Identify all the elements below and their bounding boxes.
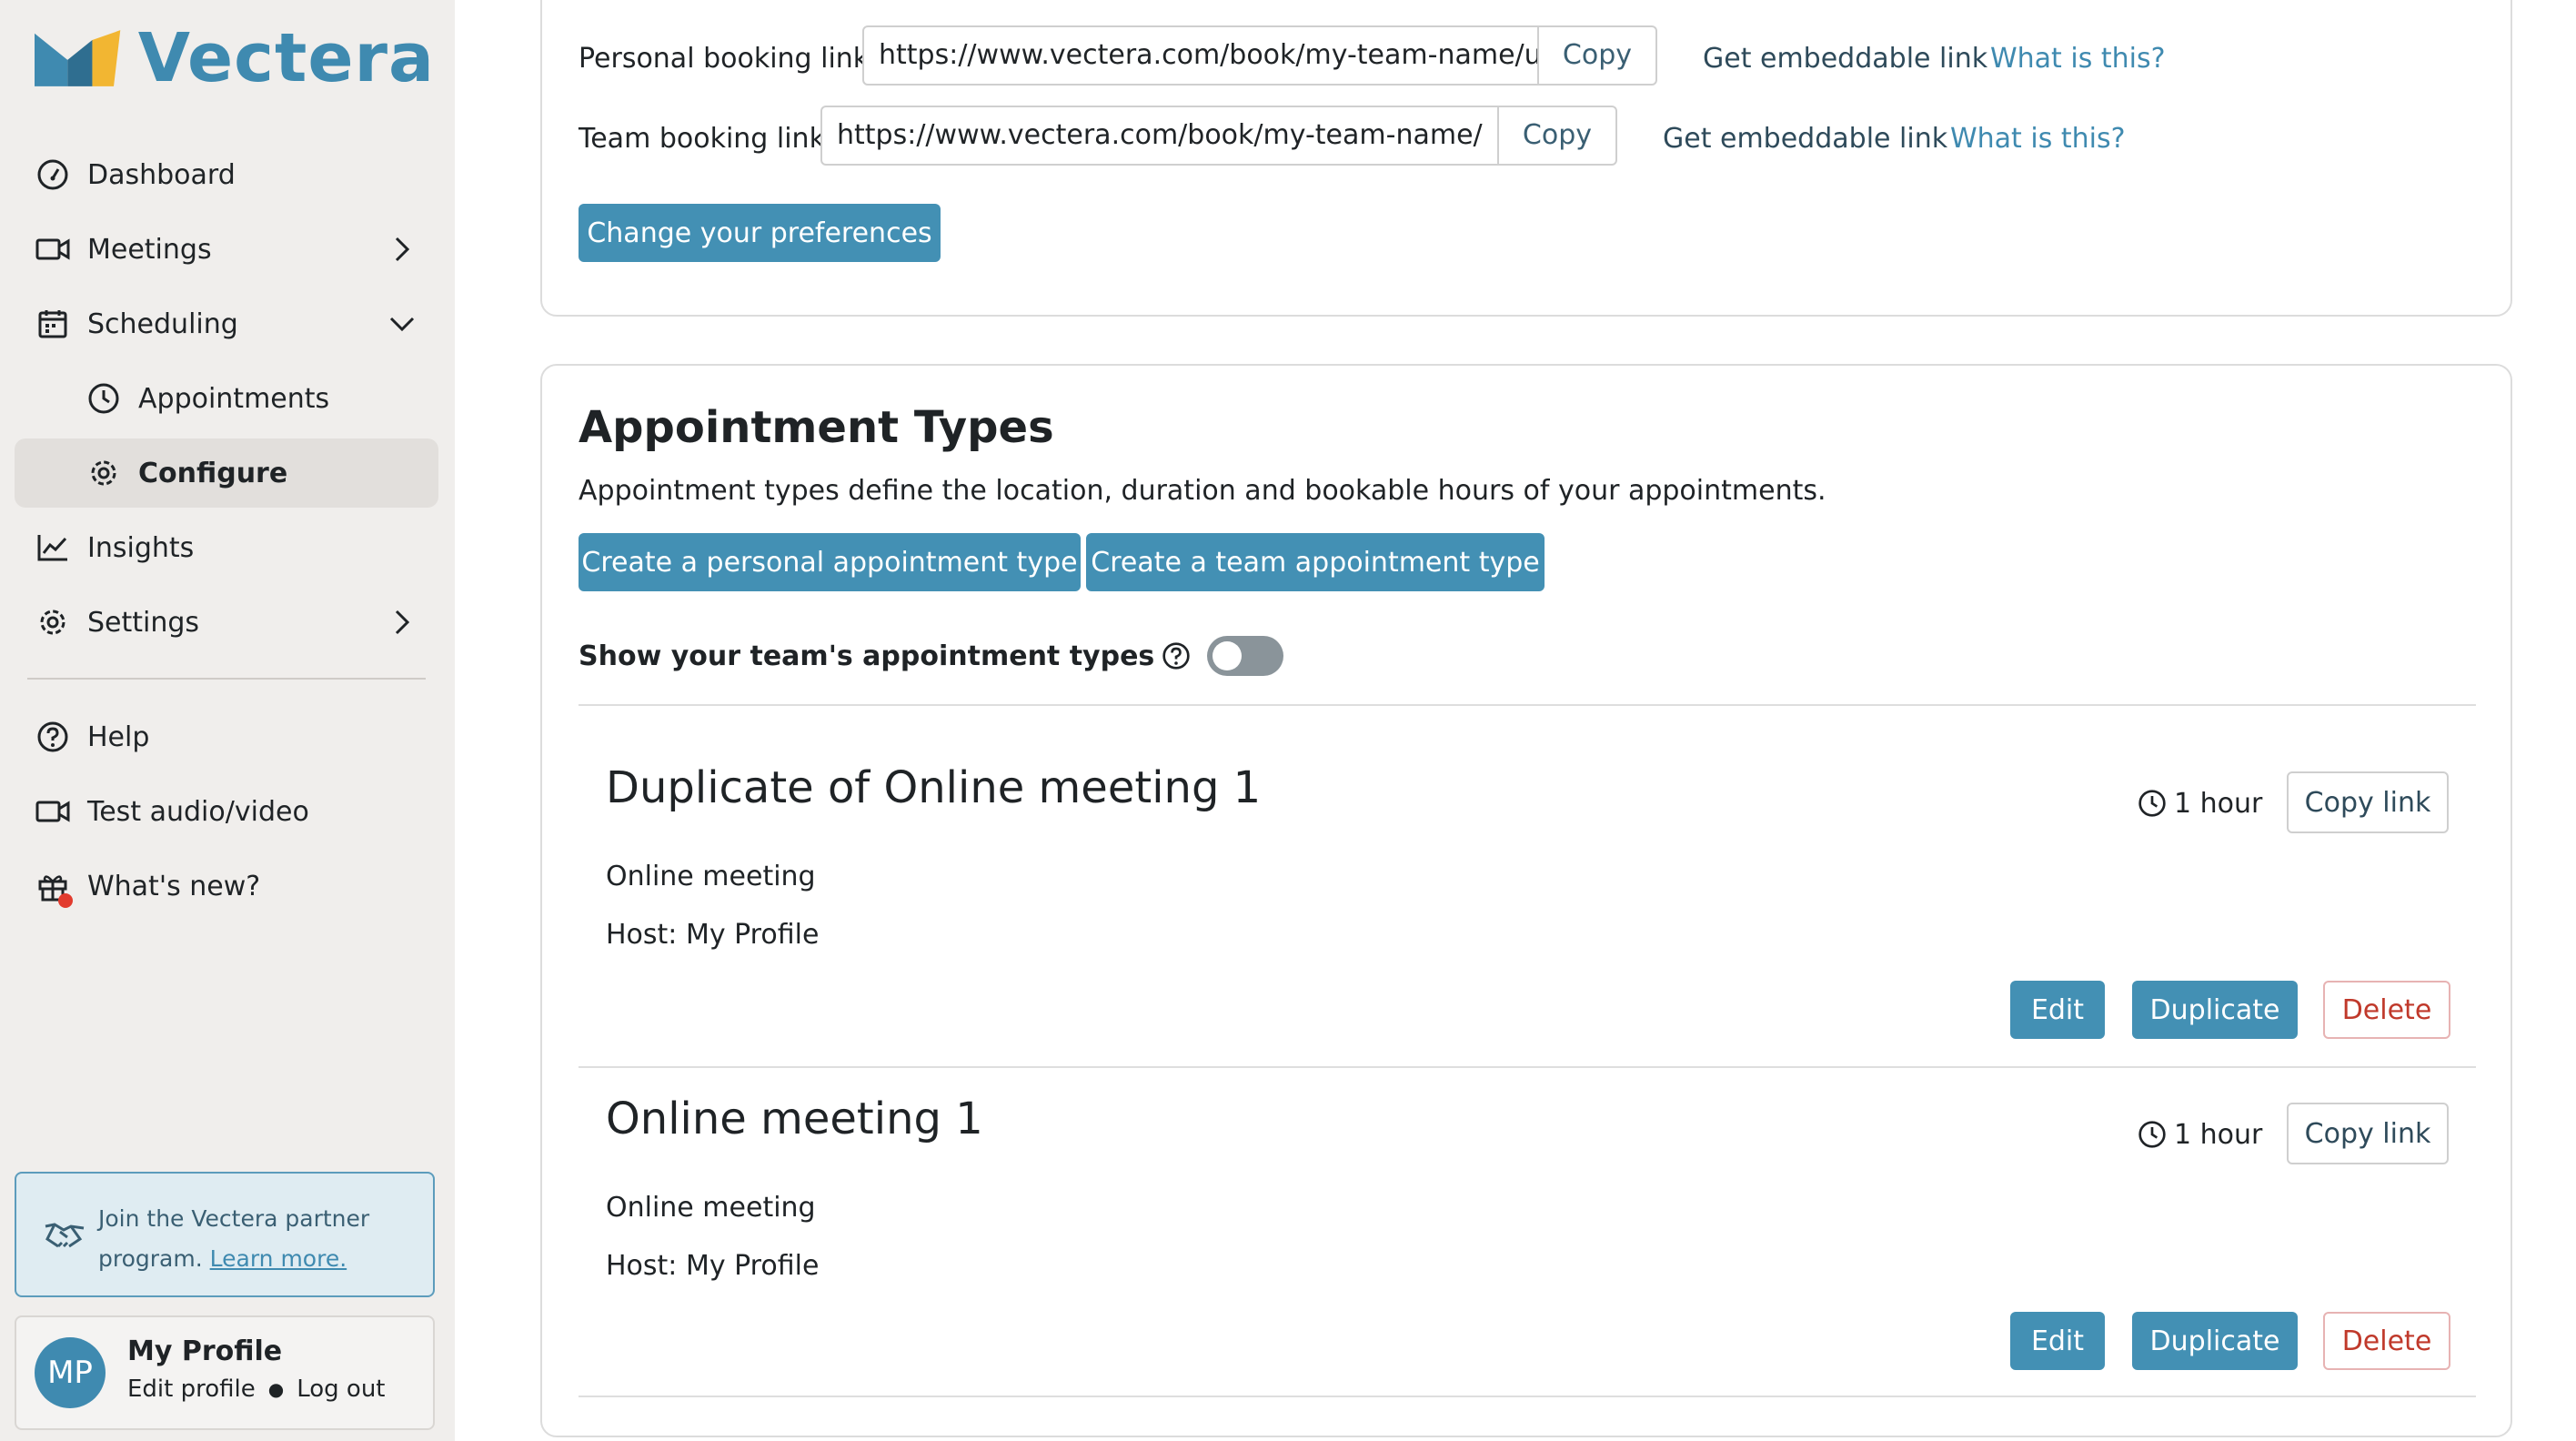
delete-button[interactable]: Delete bbox=[2323, 1312, 2450, 1370]
create-team-appointment-type-button[interactable]: Create a team appointment type bbox=[1086, 533, 1545, 591]
edit-button[interactable]: Edit bbox=[2010, 981, 2105, 1039]
appointment-type-item: Duplicate of Online meeting 1 1 hour Cop… bbox=[579, 706, 2476, 1061]
duplicate-button[interactable]: Duplicate bbox=[2132, 1312, 2298, 1370]
host-text: Host: My Profile bbox=[606, 1250, 820, 1282]
item-divider bbox=[579, 1396, 2476, 1397]
sidebar-item-label: Dashboard bbox=[87, 158, 236, 191]
clock-icon bbox=[2138, 1121, 2166, 1148]
logo-mark-icon bbox=[35, 30, 121, 86]
handshake-icon bbox=[45, 1223, 85, 1248]
chevron-right-icon bbox=[395, 610, 410, 635]
profile-card: MP My Profile Edit profile ● Log out bbox=[15, 1315, 435, 1430]
duration-text: 1 hour bbox=[2174, 787, 2263, 820]
show-team-types-toggle[interactable] bbox=[1207, 636, 1284, 676]
chart-icon bbox=[35, 529, 71, 566]
sidebar-item-settings[interactable]: Settings bbox=[15, 588, 438, 657]
edit-button[interactable]: Edit bbox=[2010, 1312, 2105, 1370]
sidebar-item-label: Meetings bbox=[87, 233, 212, 266]
dashboard-icon bbox=[35, 156, 71, 193]
sidebar-item-label: Insights bbox=[87, 531, 195, 564]
team-link-field[interactable]: https://www.vectera.com/book/my-team-nam… bbox=[820, 106, 1617, 166]
brand-name: Vectera bbox=[137, 19, 435, 97]
appointment-type-title: Online meeting 1 bbox=[606, 1093, 983, 1144]
what-is-this-team[interactable]: What is this? bbox=[1950, 118, 2126, 160]
personal-link-value[interactable]: https://www.vectera.com/book/my-team-nam… bbox=[864, 27, 1537, 84]
help-icon bbox=[35, 719, 71, 755]
info-help-icon[interactable] bbox=[1162, 641, 1191, 670]
calendar-icon bbox=[35, 306, 71, 342]
personal-link-label: Personal booking link: bbox=[579, 43, 879, 75]
partner-text: Join the Vectera partner program. Learn … bbox=[98, 1199, 417, 1279]
chevron-right-icon bbox=[395, 237, 410, 262]
toggle-knob bbox=[1213, 641, 1243, 670]
what-is-this-personal[interactable]: What is this? bbox=[1990, 38, 2166, 80]
duplicate-button[interactable]: Duplicate bbox=[2132, 981, 2298, 1039]
copy-personal-link-button[interactable]: Copy bbox=[1536, 27, 1655, 84]
notification-dot bbox=[58, 893, 73, 908]
create-personal-appointment-type-button[interactable]: Create a personal appointment type bbox=[579, 533, 1081, 591]
chevron-down-icon bbox=[389, 317, 415, 332]
team-link-value[interactable]: https://www.vectera.com/book/my-team-nam… bbox=[822, 107, 1497, 164]
sidebar-item-label: Settings bbox=[87, 606, 200, 639]
copy-link-button[interactable]: Copy link bbox=[2287, 1103, 2449, 1164]
sidebar-item-whats-new[interactable]: What's new? bbox=[15, 852, 438, 921]
sidebar-item-label: Appointments bbox=[138, 382, 330, 415]
learn-more-link[interactable]: Learn more. bbox=[210, 1245, 347, 1272]
sidebar-divider bbox=[27, 678, 426, 680]
show-team-types-row: Show your team's appointment types bbox=[579, 635, 1284, 677]
video-camera-icon bbox=[35, 231, 71, 267]
delete-button[interactable]: Delete bbox=[2323, 981, 2450, 1039]
booking-links-card: Personal booking link: https://www.vecte… bbox=[540, 0, 2512, 317]
partner-banner[interactable]: Join the Vectera partner program. Learn … bbox=[15, 1172, 435, 1297]
sidebar-item-label: What's new? bbox=[87, 870, 261, 902]
appointment-types-description: Appointment types define the location, d… bbox=[579, 475, 1826, 507]
avatar[interactable]: MP bbox=[35, 1337, 106, 1408]
separator-dot: ● bbox=[267, 1378, 285, 1400]
copy-team-link-button[interactable]: Copy bbox=[1496, 107, 1615, 164]
log-out-link[interactable]: Log out bbox=[297, 1376, 385, 1403]
show-team-types-label: Show your team's appointment types bbox=[579, 640, 1155, 672]
meeting-type-text: Online meeting bbox=[606, 1192, 816, 1224]
profile-links: Edit profile ● Log out bbox=[127, 1376, 386, 1403]
personal-link-field[interactable]: https://www.vectera.com/book/my-team-nam… bbox=[862, 25, 1657, 86]
page-title: Appointment Types bbox=[579, 402, 1054, 453]
clock-icon bbox=[86, 380, 122, 417]
vectera-logo[interactable]: Vectera bbox=[35, 20, 435, 96]
copy-link-button[interactable]: Copy link bbox=[2287, 771, 2449, 833]
host-text: Host: My Profile bbox=[606, 919, 820, 951]
team-link-label: Team booking link: bbox=[579, 123, 835, 155]
gear-icon bbox=[35, 604, 71, 640]
sidebar-item-label: Configure bbox=[138, 457, 288, 489]
sidebar-item-meetings[interactable]: Meetings bbox=[15, 215, 438, 284]
gift-icon bbox=[35, 868, 73, 908]
sidebar-item-insights[interactable]: Insights bbox=[15, 513, 438, 582]
change-preferences-button[interactable]: Change your preferences bbox=[579, 204, 941, 262]
edit-profile-link[interactable]: Edit profile bbox=[127, 1376, 256, 1403]
get-embeddable-link-personal[interactable]: Get embeddable link bbox=[1703, 38, 1987, 80]
appointment-type-item: Online meeting 1 1 hour Copy link Online… bbox=[579, 1037, 2476, 1392]
meeting-type-text: Online meeting bbox=[606, 861, 816, 892]
sidebar-item-dashboard[interactable]: Dashboard bbox=[15, 140, 438, 209]
clock-icon bbox=[2138, 790, 2166, 817]
sidebar-item-label: Test audio/video bbox=[87, 795, 309, 828]
sidebar-item-appointments[interactable]: Appointments bbox=[15, 364, 438, 433]
get-embeddable-link-team[interactable]: Get embeddable link bbox=[1663, 118, 1947, 160]
duration-badge: 1 hour bbox=[2138, 782, 2262, 824]
appointment-type-title: Duplicate of Online meeting 1 bbox=[606, 762, 1262, 813]
sidebar-item-label: Help bbox=[87, 720, 150, 753]
sidebar: Vectera Dashboard Meetings Scheduling Ap… bbox=[0, 0, 455, 1441]
sidebar-item-test-audio-video[interactable]: Test audio/video bbox=[15, 777, 438, 846]
sidebar-item-help[interactable]: Help bbox=[15, 702, 438, 771]
profile-name: My Profile bbox=[127, 1335, 283, 1367]
sidebar-item-scheduling[interactable]: Scheduling bbox=[15, 289, 438, 358]
gear-icon bbox=[86, 455, 122, 491]
duration-badge: 1 hour bbox=[2138, 1114, 2262, 1155]
sidebar-item-configure[interactable]: Configure bbox=[15, 438, 438, 508]
appointment-types-card: Appointment Types Appointment types defi… bbox=[540, 364, 2512, 1437]
sidebar-item-label: Scheduling bbox=[87, 307, 238, 340]
video-camera-icon bbox=[35, 793, 71, 830]
duration-text: 1 hour bbox=[2174, 1118, 2263, 1151]
